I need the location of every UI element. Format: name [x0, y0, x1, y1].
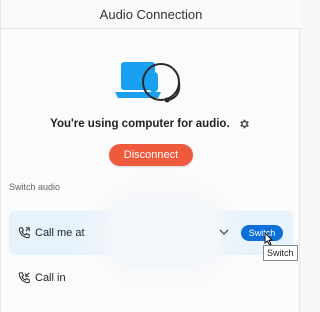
redacted-phone-number [105, 199, 221, 267]
gear-icon[interactable] [238, 118, 250, 130]
call-me-option[interactable]: Call me at Switch [9, 199, 293, 267]
call-me-label: Call me at [35, 227, 85, 239]
audio-connection-window: Audio Connection You're using computer f… [0, 0, 301, 312]
disconnect-button[interactable]: Disconnect [109, 144, 193, 166]
chevron-down-icon[interactable] [219, 228, 229, 236]
audio-status-text: You're using computer for audio. [50, 118, 230, 130]
call-in-label: Call in [35, 272, 66, 284]
phone-outgoing-icon [18, 227, 30, 239]
window-title: Audio Connection [99, 7, 203, 22]
computer-audio-icon [115, 62, 181, 103]
audio-status: You're using computer for audio. [1, 118, 299, 130]
phone-incoming-icon [18, 272, 30, 284]
title-bar: Audio Connection [1, 0, 301, 29]
switch-tooltip: Switch [263, 245, 298, 261]
switch-button[interactable]: Switch [241, 225, 283, 241]
call-in-option[interactable]: Call in [9, 264, 293, 292]
mouse-pointer-icon [264, 232, 273, 246]
switch-audio-label: Switch audio [9, 182, 61, 192]
